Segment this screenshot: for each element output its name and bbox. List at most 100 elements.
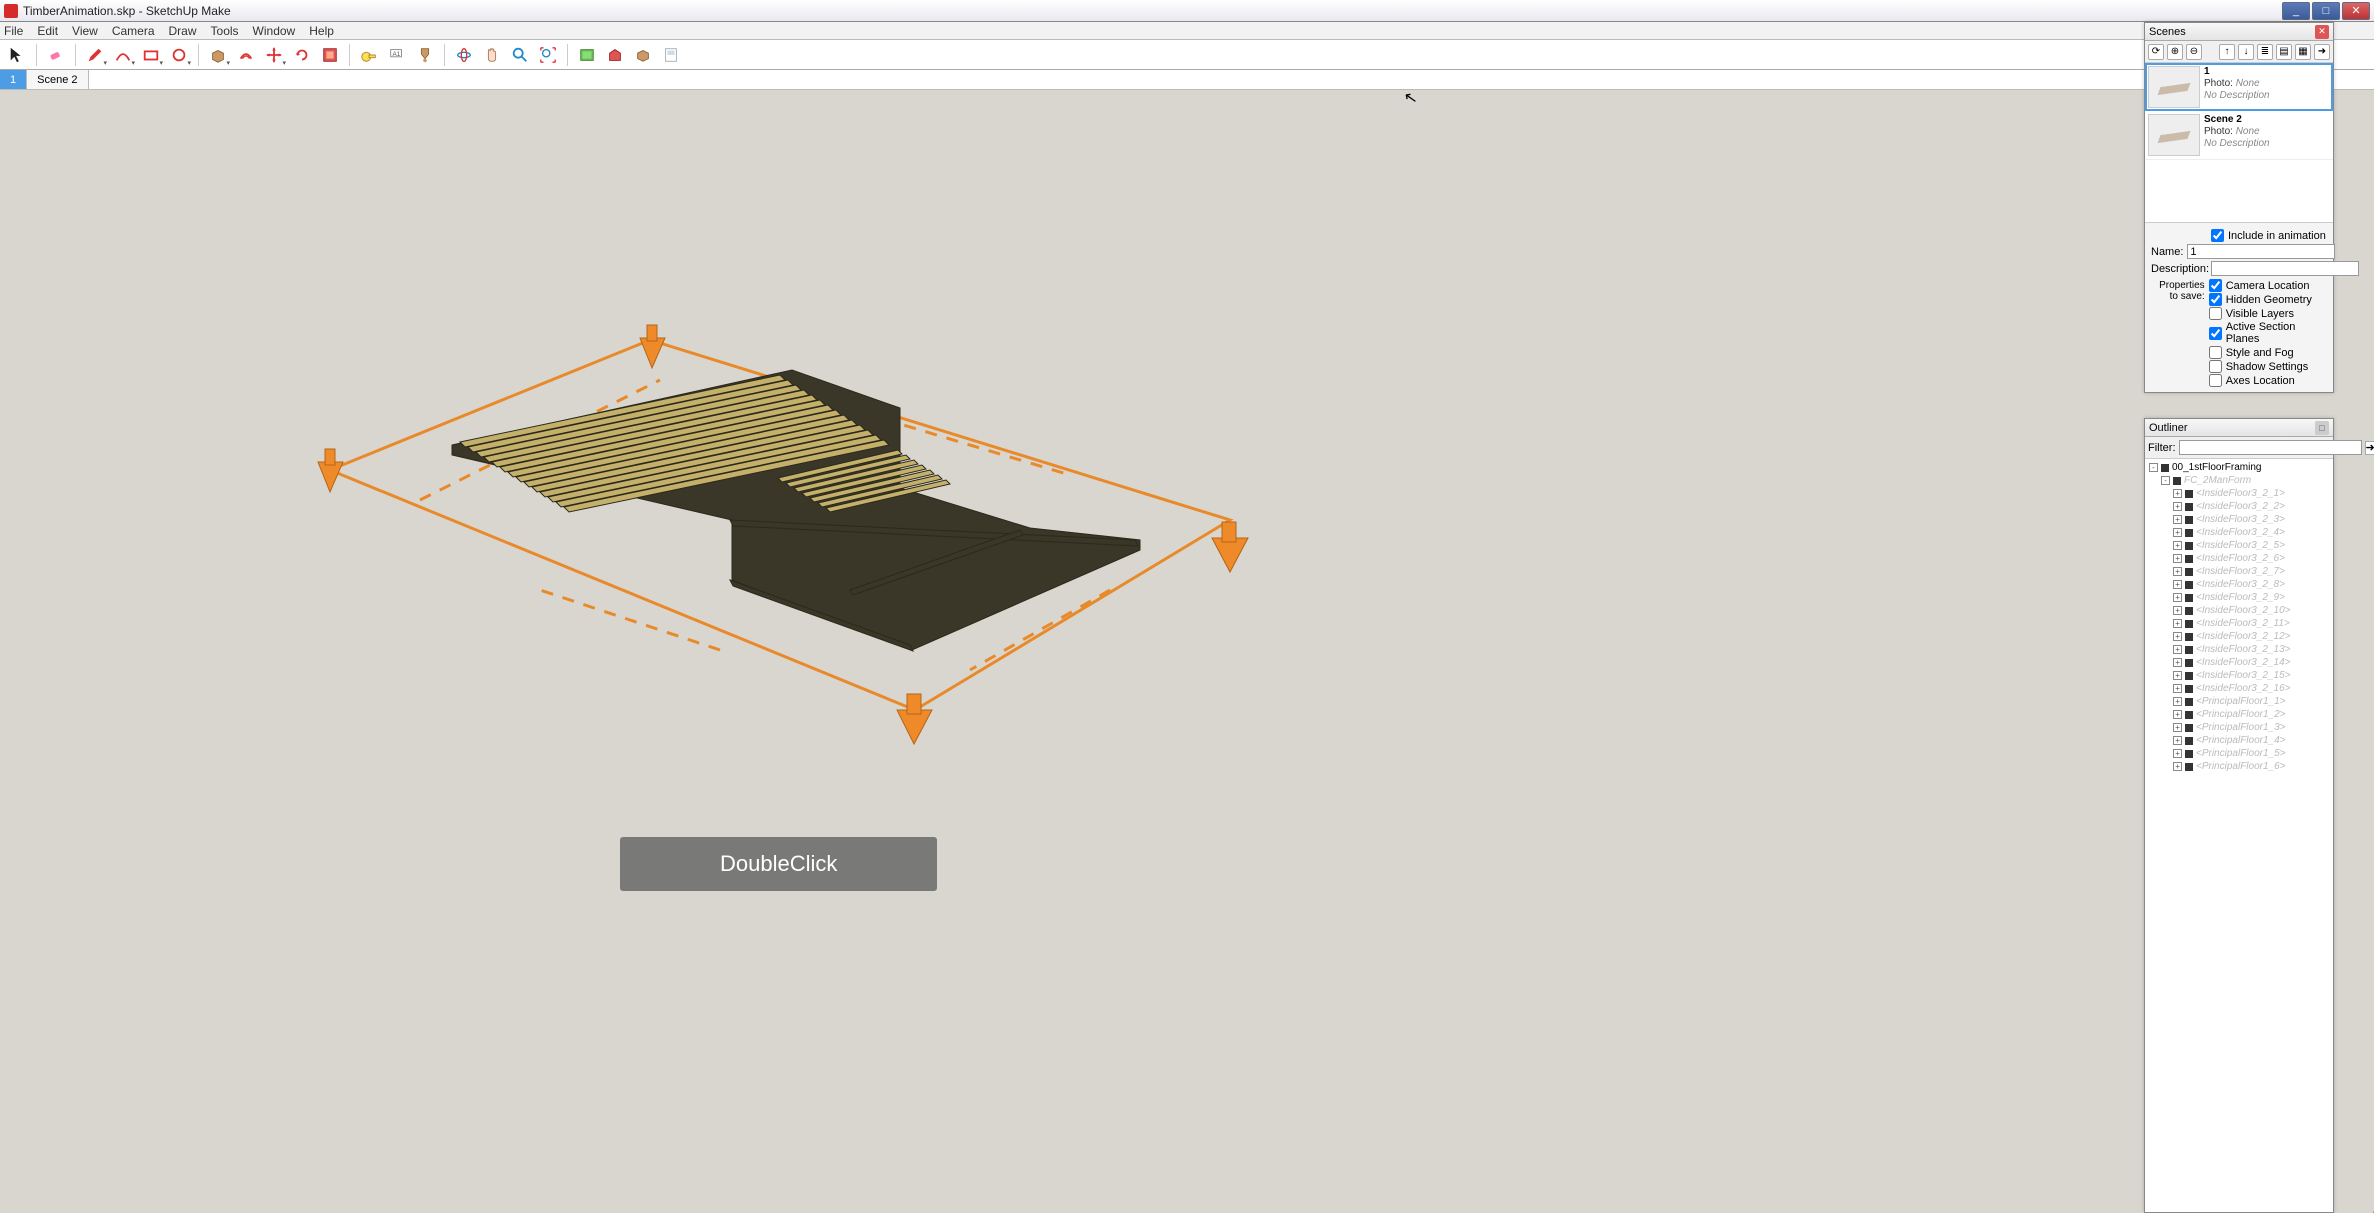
zoom-tool-icon[interactable] xyxy=(509,44,531,66)
tree-row[interactable]: +<InsideFloor3_2_7> xyxy=(2147,565,2331,578)
tree-expand-icon[interactable]: + xyxy=(2173,749,2182,758)
orbit-tool-icon[interactable] xyxy=(453,44,475,66)
tree-row[interactable]: +<PrincipalFloor1_1> xyxy=(2147,695,2331,708)
include-animation-checkbox[interactable] xyxy=(2211,229,2224,242)
3d-viewport[interactable]: DoubleClick xyxy=(0,90,2374,1213)
arc-tool-icon[interactable] xyxy=(112,44,134,66)
menu-window[interactable]: Window xyxy=(253,24,296,38)
tree-expand-icon[interactable]: + xyxy=(2173,671,2182,680)
tape-tool-icon[interactable] xyxy=(358,44,380,66)
tree-expand-icon[interactable]: - xyxy=(2161,476,2170,485)
tree-expand-icon[interactable]: + xyxy=(2173,723,2182,732)
menu-camera[interactable]: Camera xyxy=(112,24,155,38)
tree-row[interactable]: +<PrincipalFloor1_6> xyxy=(2147,760,2331,773)
minimize-button[interactable]: _ xyxy=(2282,2,2310,20)
pencil-tool-icon[interactable] xyxy=(84,44,106,66)
scene-tab-2[interactable]: Scene 2 xyxy=(27,70,88,89)
outliner-header[interactable]: Outliner □ xyxy=(2145,419,2333,437)
scene-remove-icon[interactable]: ⊖ xyxy=(2186,44,2202,60)
menu-file[interactable]: File xyxy=(4,24,23,38)
extension-icon[interactable] xyxy=(632,44,654,66)
warehouse-icon[interactable] xyxy=(604,44,626,66)
circle-tool-icon[interactable] xyxy=(168,44,190,66)
tree-expand-icon[interactable]: + xyxy=(2173,684,2182,693)
tree-expand-icon[interactable]: + xyxy=(2173,697,2182,706)
scale-tool-icon[interactable] xyxy=(319,44,341,66)
scene-list-item[interactable]: 1 Photo: None No Description xyxy=(2145,63,2333,111)
tree-expand-icon[interactable]: + xyxy=(2173,645,2182,654)
tree-row[interactable]: +<PrincipalFloor1_3> xyxy=(2147,721,2331,734)
tree-expand-icon[interactable]: + xyxy=(2173,502,2182,511)
prop-section-checkbox[interactable] xyxy=(2209,327,2222,340)
outliner-close-icon[interactable]: □ xyxy=(2315,421,2329,435)
tree-row[interactable]: +<InsideFloor3_2_15> xyxy=(2147,669,2331,682)
tree-row[interactable]: +<InsideFloor3_2_16> xyxy=(2147,682,2331,695)
tree-row[interactable]: +<InsideFloor3_2_3> xyxy=(2147,513,2331,526)
scene-desc-input[interactable] xyxy=(2211,261,2359,276)
prop-style-checkbox[interactable] xyxy=(2209,346,2222,359)
prop-shadow-checkbox[interactable] xyxy=(2209,360,2222,373)
prop-hidden-checkbox[interactable] xyxy=(2209,293,2222,306)
scene-refresh-icon[interactable]: ⟳ xyxy=(2148,44,2164,60)
close-button[interactable]: ✕ xyxy=(2342,2,2370,20)
tree-row[interactable]: +<PrincipalFloor1_4> xyxy=(2147,734,2331,747)
tree-row[interactable]: +<InsideFloor3_2_5> xyxy=(2147,539,2331,552)
pushpull-tool-icon[interactable] xyxy=(207,44,229,66)
eraser-tool-icon[interactable] xyxy=(45,44,67,66)
tree-expand-icon[interactable]: + xyxy=(2173,593,2182,602)
geo-location-icon[interactable] xyxy=(576,44,598,66)
move-tool-icon[interactable] xyxy=(263,44,285,66)
tree-row[interactable]: +<InsideFloor3_2_8> xyxy=(2147,578,2331,591)
tree-expand-icon[interactable]: + xyxy=(2173,515,2182,524)
tree-row[interactable]: +<InsideFloor3_2_2> xyxy=(2147,500,2331,513)
select-tool-icon[interactable] xyxy=(6,44,28,66)
rotate-tool-icon[interactable] xyxy=(291,44,313,66)
outliner-tree[interactable]: -00_1stFloorFraming-FC_2ManForm +<InsideF… xyxy=(2145,459,2333,1212)
tree-expand-icon[interactable]: - xyxy=(2149,463,2158,472)
tree-row[interactable]: +<InsideFloor3_2_6> xyxy=(2147,552,2331,565)
scene-viewmode-icon[interactable]: ≣ xyxy=(2257,44,2273,60)
tree-expand-icon[interactable]: + xyxy=(2173,606,2182,615)
tree-expand-icon[interactable]: + xyxy=(2173,567,2182,576)
tree-expand-icon[interactable]: + xyxy=(2173,580,2182,589)
tree-expand-icon[interactable]: + xyxy=(2173,619,2182,628)
tree-expand-icon[interactable]: + xyxy=(2173,489,2182,498)
tree-expand-icon[interactable]: + xyxy=(2173,554,2182,563)
scene-menu-icon[interactable]: ▤ xyxy=(2276,44,2292,60)
layout-icon[interactable] xyxy=(660,44,682,66)
scene-movedown-icon[interactable]: ↓ xyxy=(2238,44,2254,60)
tree-row[interactable]: -00_1stFloorFraming xyxy=(2147,461,2331,474)
tree-row[interactable]: +<PrincipalFloor1_2> xyxy=(2147,708,2331,721)
scene-name-input[interactable] xyxy=(2187,244,2335,259)
menu-help[interactable]: Help xyxy=(309,24,334,38)
tree-expand-icon[interactable]: + xyxy=(2173,528,2182,537)
scenes-panel-close-icon[interactable]: ✕ xyxy=(2315,25,2329,39)
outliner-details-icon[interactable]: ➜ xyxy=(2365,441,2374,455)
tree-row[interactable]: +<InsideFloor3_2_13> xyxy=(2147,643,2331,656)
scene-arrow-icon[interactable]: ➜ xyxy=(2314,44,2330,60)
text-tool-icon[interactable]: A1 xyxy=(386,44,408,66)
tree-expand-icon[interactable]: + xyxy=(2173,736,2182,745)
tree-row[interactable]: -FC_2ManForm xyxy=(2147,474,2331,487)
menu-draw[interactable]: Draw xyxy=(169,24,197,38)
tree-row[interactable]: +<InsideFloor3_2_14> xyxy=(2147,656,2331,669)
maximize-button[interactable]: □ xyxy=(2312,2,2340,20)
scene-list-item[interactable]: Scene 2 Photo: None No Description xyxy=(2145,111,2333,160)
tree-expand-icon[interactable]: + xyxy=(2173,541,2182,550)
tree-expand-icon[interactable]: + xyxy=(2173,632,2182,641)
scene-moveup-icon[interactable]: ↑ xyxy=(2219,44,2235,60)
prop-layers-checkbox[interactable] xyxy=(2209,307,2222,320)
scene-add-icon[interactable]: ⊕ xyxy=(2167,44,2183,60)
rectangle-tool-icon[interactable] xyxy=(140,44,162,66)
tree-row[interactable]: +<InsideFloor3_2_11> xyxy=(2147,617,2331,630)
menu-view[interactable]: View xyxy=(72,24,98,38)
scene-detail-icon[interactable]: ▦ xyxy=(2295,44,2311,60)
tree-row[interactable]: +<InsideFloor3_2_9> xyxy=(2147,591,2331,604)
offset-tool-icon[interactable] xyxy=(235,44,257,66)
menu-edit[interactable]: Edit xyxy=(37,24,58,38)
scene-tab-1[interactable]: 1 xyxy=(0,70,27,89)
tree-row[interactable]: +<PrincipalFloor1_5> xyxy=(2147,747,2331,760)
pan-tool-icon[interactable] xyxy=(481,44,503,66)
paint-tool-icon[interactable] xyxy=(414,44,436,66)
tree-expand-icon[interactable]: + xyxy=(2173,762,2182,771)
